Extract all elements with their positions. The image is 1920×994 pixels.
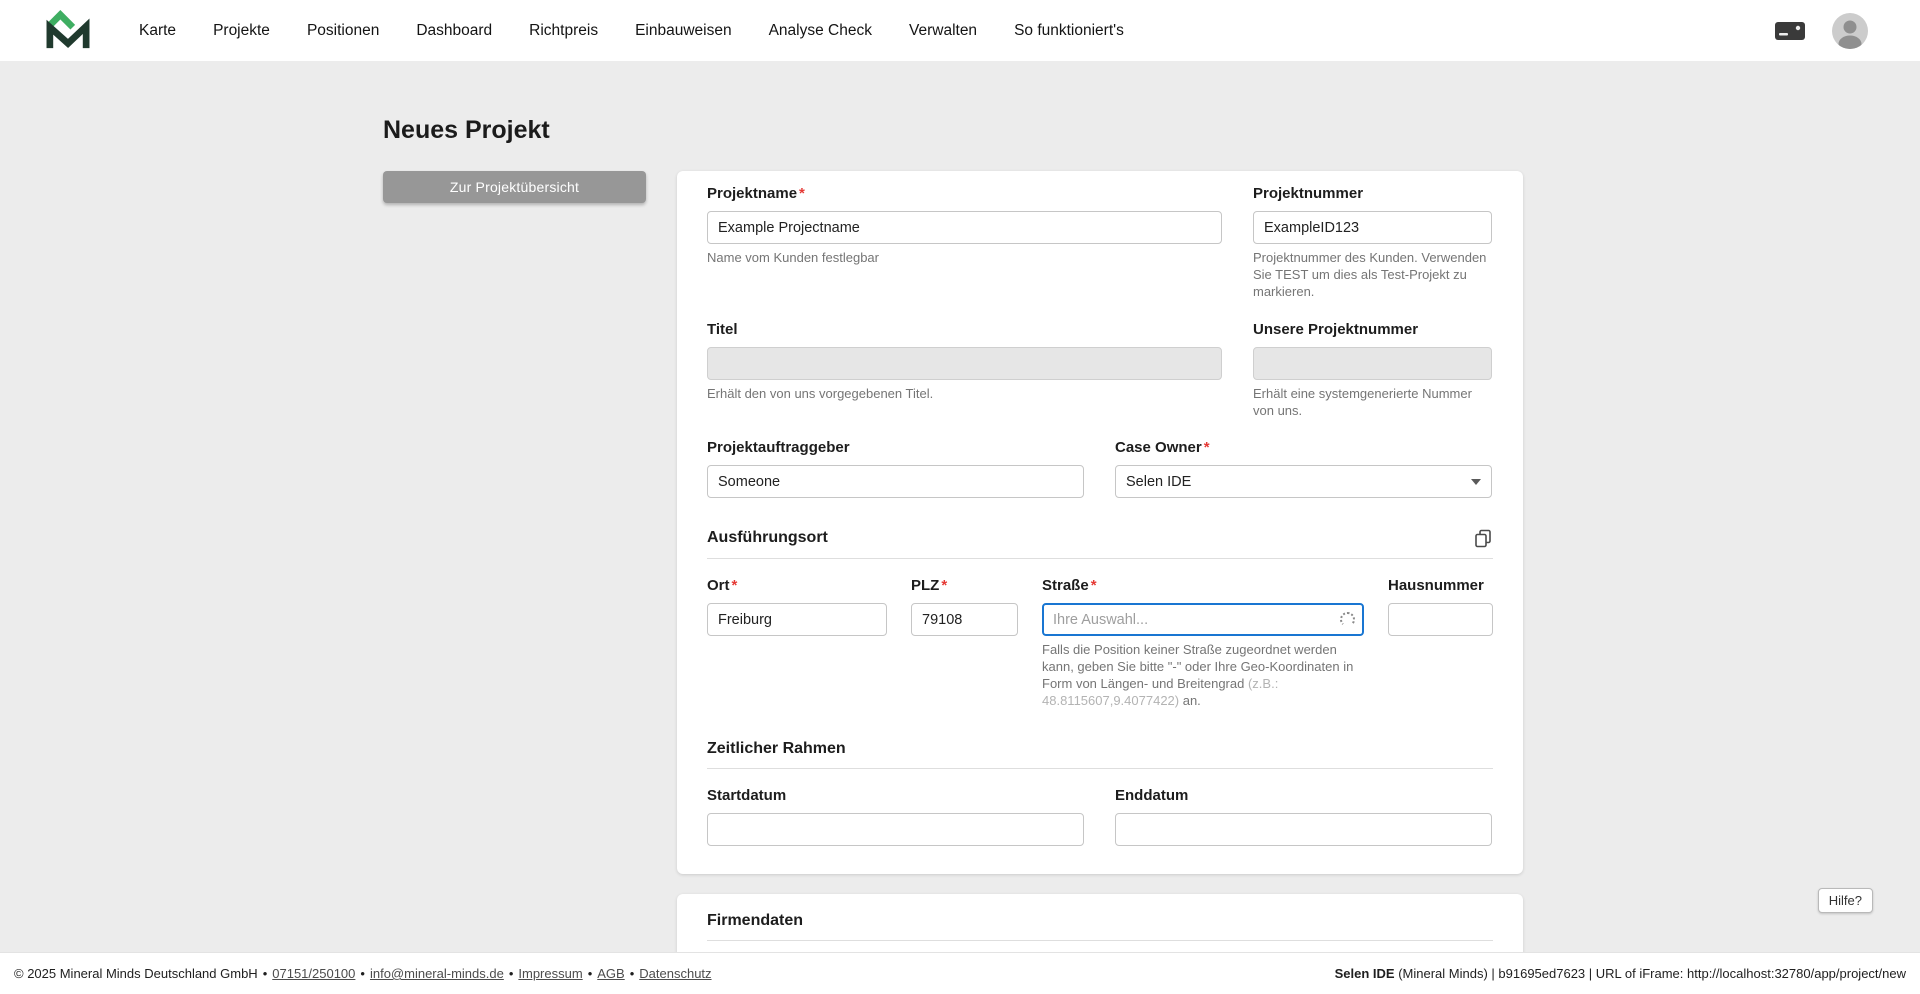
field-strasse: Straße* Falls die Position keiner Straße… bbox=[1042, 577, 1364, 710]
ort-input[interactable] bbox=[707, 603, 887, 636]
footer-user: Selen IDE bbox=[1335, 966, 1395, 981]
section-zeitlicher-rahmen: Zeitlicher Rahmen bbox=[707, 740, 1493, 769]
nav-right-actions bbox=[1774, 13, 1868, 49]
footer-email-link[interactable]: info@mineral-minds.de bbox=[370, 966, 504, 981]
footer-impressum-link[interactable]: Impressum bbox=[518, 966, 582, 981]
zeitlicher-rahmen-title: Zeitlicher Rahmen bbox=[707, 740, 846, 758]
page-title: Neues Projekt bbox=[383, 116, 1523, 145]
user-avatar-icon[interactable] bbox=[1832, 13, 1868, 49]
mineral-minds-logo[interactable] bbox=[45, 10, 91, 52]
nav-item-verwalten[interactable]: Verwalten bbox=[909, 22, 977, 40]
project-form-card: Projektname* Name vom Kunden festlegbar … bbox=[677, 171, 1523, 874]
projektnummer-input[interactable] bbox=[1253, 211, 1492, 244]
startdatum-input[interactable] bbox=[707, 813, 1084, 846]
nav-item-positionen[interactable]: Positionen bbox=[307, 22, 379, 40]
enddatum-input[interactable] bbox=[1115, 813, 1492, 846]
strasse-helper-suffix: an. bbox=[1179, 693, 1201, 708]
ort-label: Ort bbox=[707, 577, 730, 594]
footer-separator: • bbox=[509, 966, 514, 981]
field-enddatum: Enddatum bbox=[1115, 787, 1492, 846]
required-asterisk: * bbox=[732, 577, 738, 594]
nav-item-einbauweisen[interactable]: Einbauweisen bbox=[635, 22, 732, 40]
strasse-label: Straße bbox=[1042, 577, 1089, 594]
nav-item-richtpreis[interactable]: Richtpreis bbox=[529, 22, 598, 40]
server-icon[interactable] bbox=[1774, 20, 1806, 42]
projektauftraggeber-label: Projektauftraggeber bbox=[707, 439, 850, 456]
field-ort: Ort* bbox=[707, 577, 887, 710]
required-asterisk: * bbox=[941, 577, 947, 594]
unsere-projektnummer-label: Unsere Projektnummer bbox=[1253, 321, 1418, 338]
nav-menu: Karte Projekte Positionen Dashboard Rich… bbox=[139, 22, 1124, 40]
projektname-input[interactable] bbox=[707, 211, 1222, 244]
field-titel: Titel Erhält den von uns vorgegebenen Ti… bbox=[707, 321, 1222, 420]
field-case-owner: Case Owner* Selen IDE bbox=[1115, 439, 1492, 498]
field-plz: PLZ* bbox=[911, 577, 1018, 710]
titel-helper: Erhält den von uns vorgegebenen Titel. bbox=[707, 386, 1222, 403]
field-startdatum: Startdatum bbox=[707, 787, 1084, 846]
projektnummer-label: Projektnummer bbox=[1253, 185, 1363, 202]
ausfuehrungsort-title: Ausführungsort bbox=[707, 529, 828, 547]
unsere-projektnummer-helper: Erhält eine systemgenerierte Nummer von … bbox=[1253, 386, 1492, 420]
field-hausnummer: Hausnummer bbox=[1388, 577, 1493, 710]
projektname-helper: Name vom Kunden festlegbar bbox=[707, 250, 1222, 267]
required-asterisk: * bbox=[1204, 439, 1210, 456]
field-projektauftraggeber: Projektauftraggeber bbox=[707, 439, 1084, 498]
nav-item-dashboard[interactable]: Dashboard bbox=[416, 22, 492, 40]
footer-agb-link[interactable]: AGB bbox=[597, 966, 624, 981]
section-ausfuehrungsort: Ausführungsort bbox=[707, 528, 1493, 559]
chevron-down-icon bbox=[1471, 479, 1481, 485]
footer-separator: • bbox=[630, 966, 635, 981]
main-content: Neues Projekt Zur Projektübersicht Proje… bbox=[383, 116, 1523, 973]
startdatum-label: Startdatum bbox=[707, 787, 786, 804]
strasse-input[interactable] bbox=[1042, 603, 1364, 636]
nav-item-projekte[interactable]: Projekte bbox=[213, 22, 270, 40]
footer-meta: (Mineral Minds) | b91695ed7623 | URL of … bbox=[1395, 966, 1906, 981]
left-column: Zur Projektübersicht bbox=[383, 171, 677, 203]
field-unsere-projektnummer: Unsere Projektnummer Erhält eine systemg… bbox=[1253, 321, 1492, 420]
footer-left: © 2025 Mineral Minds Deutschland GmbH • … bbox=[14, 966, 712, 981]
required-asterisk: * bbox=[799, 185, 805, 202]
footer-separator: • bbox=[588, 966, 593, 981]
logo-icon bbox=[45, 10, 91, 52]
unsere-projektnummer-input bbox=[1253, 347, 1492, 380]
plz-label: PLZ bbox=[911, 577, 939, 594]
footer-datenschutz-link[interactable]: Datenschutz bbox=[639, 966, 711, 981]
project-overview-button[interactable]: Zur Projektübersicht bbox=[383, 171, 646, 203]
projektname-label: Projektname bbox=[707, 185, 797, 202]
strasse-helper-text: Falls die Position keiner Straße zugeord… bbox=[1042, 642, 1353, 691]
hausnummer-input[interactable] bbox=[1388, 603, 1493, 636]
footer-phone-link[interactable]: 07151/250100 bbox=[272, 966, 355, 981]
firmendaten-title: Firmendaten bbox=[707, 912, 803, 930]
footer-session-info: Selen IDE (Mineral Minds) | b91695ed7623… bbox=[1335, 966, 1906, 981]
strasse-helper: Falls die Position keiner Straße zugeord… bbox=[1042, 642, 1364, 710]
footer-copyright: © 2025 Mineral Minds Deutschland GmbH bbox=[14, 966, 258, 981]
avatar-person-glyph bbox=[1832, 13, 1868, 49]
hausnummer-label: Hausnummer bbox=[1388, 577, 1484, 594]
case-owner-label: Case Owner bbox=[1115, 439, 1202, 456]
footer: © 2025 Mineral Minds Deutschland GmbH • … bbox=[0, 952, 1920, 994]
help-button[interactable]: Hilfe? bbox=[1818, 888, 1873, 913]
nav-item-so-funktionierts[interactable]: So funktioniert's bbox=[1014, 22, 1124, 40]
case-owner-value: Selen IDE bbox=[1126, 474, 1191, 490]
footer-separator: • bbox=[263, 966, 268, 981]
copy-icon[interactable] bbox=[1473, 528, 1493, 548]
case-owner-select[interactable]: Selen IDE bbox=[1115, 465, 1492, 498]
field-projektnummer: Projektnummer Projektnummer des Kunden. … bbox=[1253, 185, 1492, 301]
top-navbar: Karte Projekte Positionen Dashboard Rich… bbox=[0, 0, 1920, 61]
plz-input[interactable] bbox=[911, 603, 1018, 636]
titel-label: Titel bbox=[707, 321, 738, 338]
nav-item-analyse-check[interactable]: Analyse Check bbox=[769, 22, 872, 40]
projektauftraggeber-input[interactable] bbox=[707, 465, 1084, 498]
titel-input bbox=[707, 347, 1222, 380]
required-asterisk: * bbox=[1091, 577, 1097, 594]
field-projektname: Projektname* Name vom Kunden festlegbar bbox=[707, 185, 1222, 301]
projektnummer-helper: Projektnummer des Kunden. Verwenden Sie … bbox=[1253, 250, 1492, 301]
nav-item-karte[interactable]: Karte bbox=[139, 22, 176, 40]
section-firmendaten: Firmendaten bbox=[707, 912, 1493, 941]
right-column: Projektname* Name vom Kunden festlegbar … bbox=[677, 171, 1523, 973]
enddatum-label: Enddatum bbox=[1115, 787, 1188, 804]
footer-separator: • bbox=[360, 966, 365, 981]
